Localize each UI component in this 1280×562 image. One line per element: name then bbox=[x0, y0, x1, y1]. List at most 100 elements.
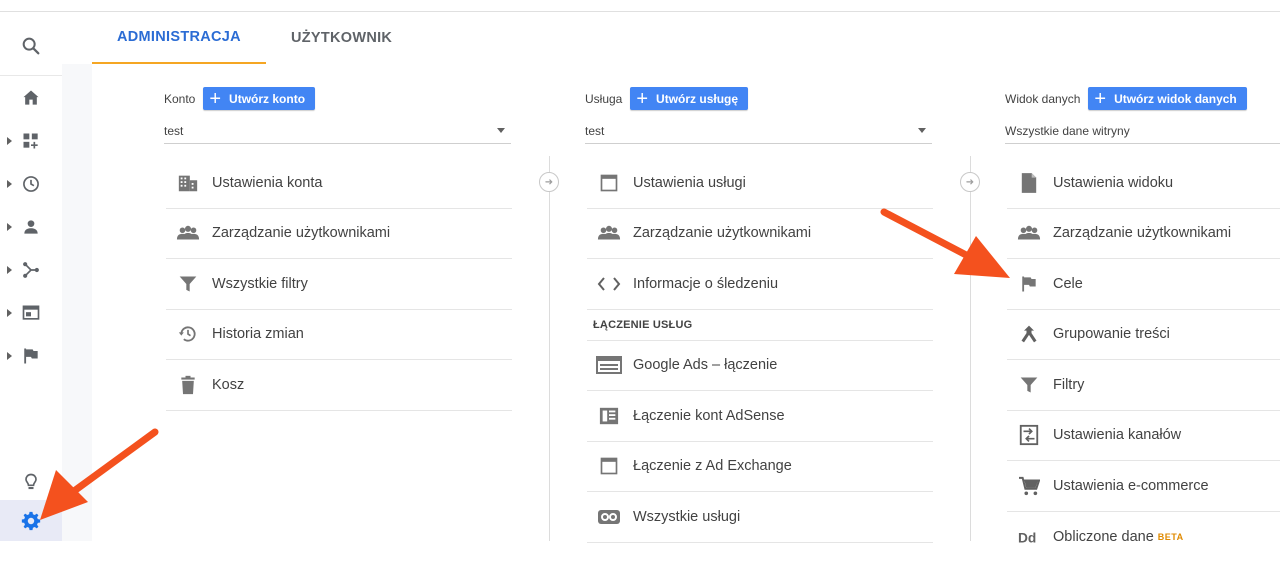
grouping-icon bbox=[1007, 322, 1051, 346]
account-selected: test bbox=[164, 124, 183, 138]
left-nav bbox=[0, 12, 62, 541]
property-user-management[interactable]: Zarządzanie użytkownikami bbox=[587, 209, 933, 260]
filter-icon bbox=[166, 272, 210, 296]
property-item-label: Ustawienia usługi bbox=[633, 175, 746, 191]
view-ecommerce-settings[interactable]: Ustawienia e-commerce bbox=[1007, 461, 1280, 512]
property-ad-exchange-link[interactable]: Łączenie z Ad Exchange bbox=[587, 442, 933, 493]
create-property-button[interactable]: + Utwórz usługę bbox=[630, 87, 748, 110]
property-item-label: Wszystkie usługi bbox=[633, 509, 740, 525]
svg-text:Dd: Dd bbox=[1018, 530, 1036, 545]
nav-acquisition[interactable] bbox=[0, 252, 62, 288]
dashboard-icon bbox=[21, 131, 41, 151]
account-item-label: Kosz bbox=[212, 377, 244, 393]
history-icon bbox=[166, 322, 210, 346]
link-icon bbox=[587, 505, 631, 529]
adsense-icon bbox=[587, 404, 631, 428]
view-settings[interactable]: Ustawienia widoku bbox=[1007, 158, 1280, 209]
admin-tabs: ADMINISTRACJA UŻYTKOWNIK bbox=[92, 12, 417, 64]
flag-icon bbox=[21, 346, 41, 366]
create-account-button[interactable]: + Utwórz konto bbox=[203, 87, 315, 110]
search-button[interactable] bbox=[0, 26, 62, 66]
column-divider bbox=[549, 156, 550, 541]
plus-icon: + bbox=[1094, 89, 1106, 109]
nav-audience[interactable] bbox=[0, 209, 62, 245]
nav-discover[interactable] bbox=[0, 464, 62, 500]
account-settings[interactable]: Ustawienia konta bbox=[166, 158, 512, 209]
left-gutter bbox=[62, 64, 92, 541]
property-all-products[interactable]: Wszystkie usługi bbox=[587, 492, 933, 543]
view-content-grouping[interactable]: Grupowanie treści bbox=[1007, 310, 1280, 361]
trash-icon bbox=[166, 373, 210, 397]
view-filters[interactable]: Filtry bbox=[1007, 360, 1280, 411]
property-settings[interactable]: Ustawienia usługi bbox=[587, 158, 933, 209]
tab-administracja[interactable]: ADMINISTRACJA bbox=[92, 12, 266, 64]
users-icon bbox=[587, 221, 631, 245]
property-tracking-info[interactable]: Informacje o śledzeniu bbox=[587, 259, 933, 310]
cart-icon bbox=[1007, 474, 1051, 498]
view-selected: Wszystkie dane witryny bbox=[1005, 124, 1130, 138]
account-all-filters[interactable]: Wszystkie filtry bbox=[166, 259, 512, 310]
column-arrow-icon: ➜ bbox=[960, 172, 980, 192]
tab-uzytkownik[interactable]: UŻYTKOWNIK bbox=[266, 12, 417, 64]
property-adsense-link[interactable]: Łączenie kont AdSense bbox=[587, 391, 933, 442]
property-item-label: Zarządzanie użytkownikami bbox=[633, 225, 811, 241]
view-goals[interactable]: Cele bbox=[1007, 259, 1280, 310]
flag-icon bbox=[1007, 272, 1051, 296]
users-icon bbox=[1007, 221, 1051, 245]
clock-icon bbox=[21, 174, 41, 194]
view-calculated-metrics[interactable]: Dd Obliczone dane BETA bbox=[1007, 512, 1280, 562]
view-item-label: Ustawienia e-commerce bbox=[1053, 478, 1209, 494]
account-change-history[interactable]: Historia zmian bbox=[166, 310, 512, 361]
dropdown-arrow-icon bbox=[497, 128, 505, 133]
view-channel-settings[interactable]: Ustawienia kanałów bbox=[1007, 411, 1280, 462]
property-linking-section-title: ŁĄCZENIE USŁUG bbox=[587, 310, 933, 341]
view-user-management[interactable]: Zarządzanie użytkownikami bbox=[1007, 209, 1280, 260]
property-item-label: Łączenie kont AdSense bbox=[633, 408, 785, 424]
ads-icon bbox=[587, 353, 631, 377]
property-list: Ustawienia usługi Zarządzanie użytkownik… bbox=[587, 158, 933, 543]
account-trash[interactable]: Kosz bbox=[166, 360, 512, 411]
account-item-label: Ustawienia konta bbox=[212, 175, 322, 191]
filter-icon bbox=[1007, 373, 1051, 397]
gear-icon bbox=[20, 510, 42, 532]
property-selector[interactable]: test bbox=[585, 118, 932, 144]
view-item-label: Zarządzanie użytkownikami bbox=[1053, 225, 1231, 241]
admin-settings-button[interactable] bbox=[0, 500, 62, 541]
nav-realtime[interactable] bbox=[0, 166, 62, 202]
document-icon bbox=[1007, 171, 1051, 195]
window-icon bbox=[587, 454, 631, 478]
view-item-label: Grupowanie treści bbox=[1053, 326, 1170, 342]
search-icon bbox=[20, 35, 42, 57]
property-google-ads-link[interactable]: Google Ads – łączenie bbox=[587, 341, 933, 392]
property-item-label: Google Ads – łączenie bbox=[633, 357, 777, 373]
view-selector[interactable]: Wszystkie dane witryny bbox=[1005, 118, 1280, 144]
nav-behavior[interactable] bbox=[0, 295, 62, 331]
view-label: Widok danych bbox=[1005, 92, 1080, 106]
share-icon bbox=[21, 260, 41, 280]
top-bar bbox=[0, 0, 1280, 12]
account-item-label: Wszystkie filtry bbox=[212, 276, 308, 292]
plus-icon: + bbox=[636, 89, 648, 109]
account-item-label: Historia zmian bbox=[212, 326, 304, 342]
create-account-label: Utwórz konto bbox=[229, 92, 305, 106]
display-icon bbox=[21, 303, 41, 323]
view-item-label: Ustawienia kanałów bbox=[1053, 427, 1181, 443]
account-user-management[interactable]: Zarządzanie użytkownikami bbox=[166, 209, 512, 260]
create-view-button[interactable]: + Utwórz widok danych bbox=[1088, 87, 1246, 110]
home-icon bbox=[21, 88, 41, 108]
account-selector[interactable]: test bbox=[164, 118, 511, 144]
property-label: Usługa bbox=[585, 92, 622, 106]
create-property-label: Utwórz usługę bbox=[656, 92, 738, 106]
property-header: Usługa + Utwórz usługę bbox=[585, 87, 748, 110]
building-icon bbox=[166, 171, 210, 195]
admin-content: Konto + Utwórz konto test Ustawienia kon… bbox=[92, 64, 1280, 541]
nav-customization[interactable] bbox=[0, 123, 62, 159]
channels-icon bbox=[1007, 423, 1051, 447]
view-list: Ustawienia widoku Zarządzanie użytkownik… bbox=[1007, 158, 1280, 562]
plus-icon: + bbox=[209, 89, 221, 109]
view-item-label: Cele bbox=[1053, 276, 1083, 292]
nav-home[interactable] bbox=[0, 80, 62, 116]
nav-divider bbox=[0, 75, 62, 76]
account-label: Konto bbox=[164, 92, 195, 106]
nav-conversions[interactable] bbox=[0, 338, 62, 374]
